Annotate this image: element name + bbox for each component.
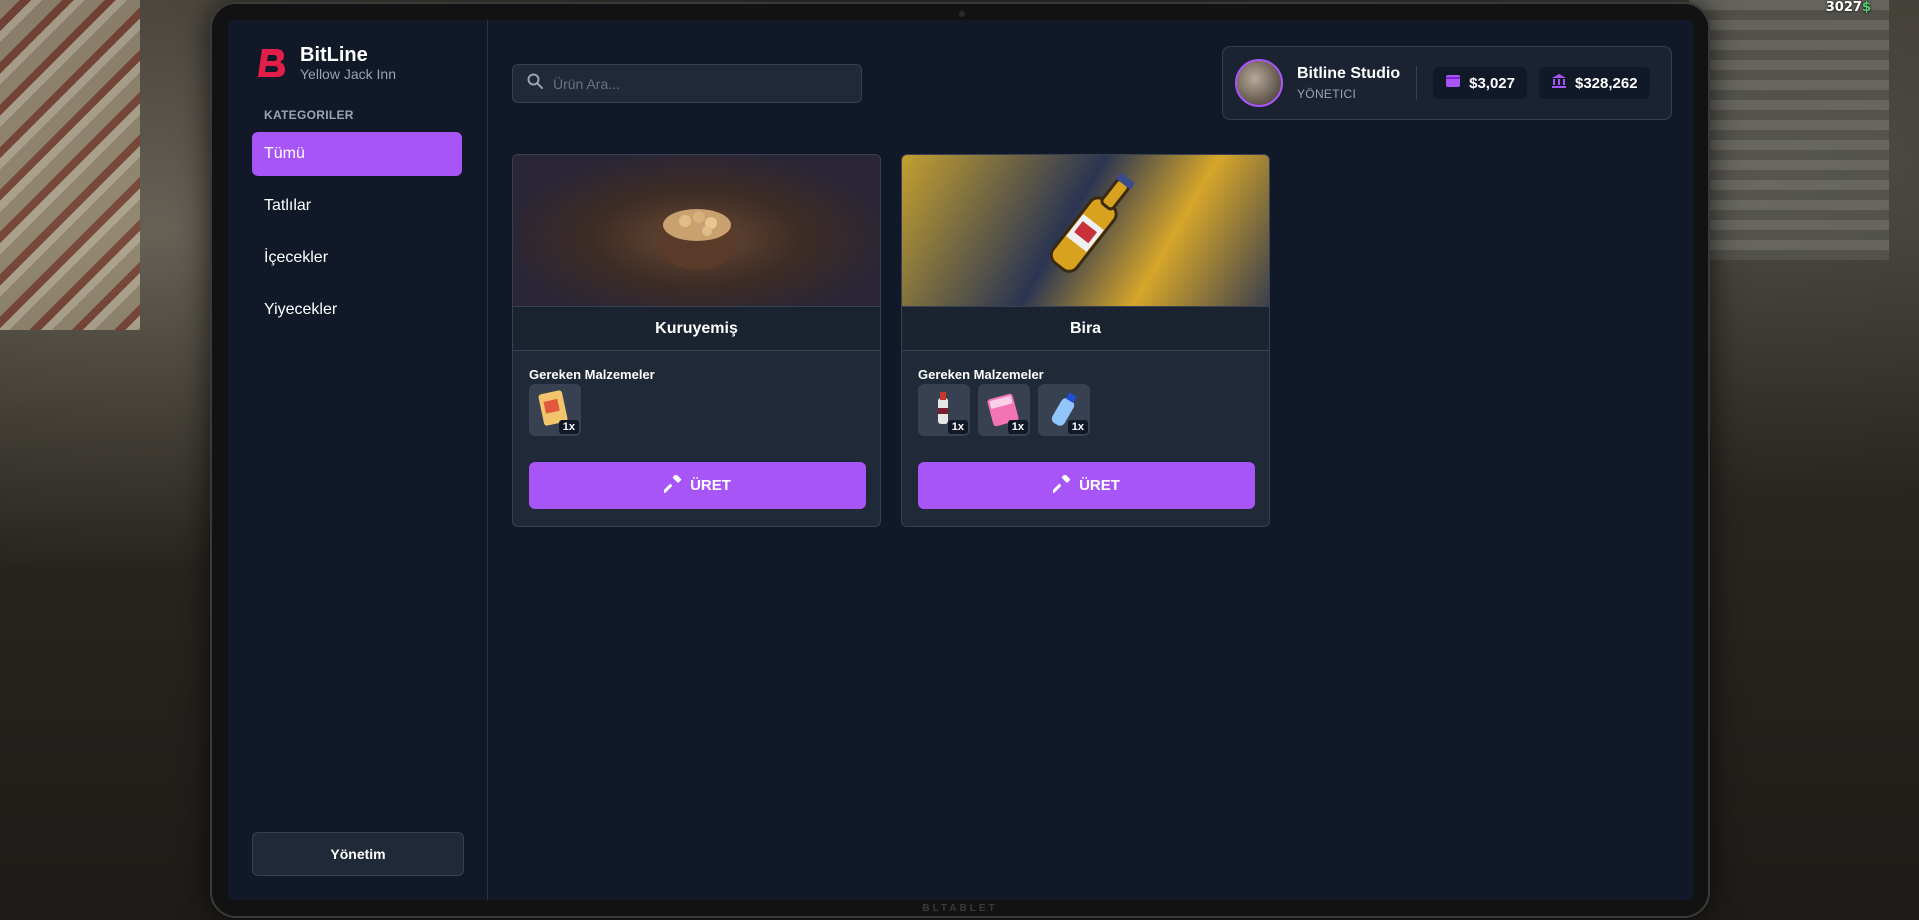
search-box[interactable] xyxy=(512,64,862,103)
sidebar: BitLine Yellow Jack Inn KATEGORILER Tümü… xyxy=(228,20,488,900)
arcade-machine xyxy=(1689,0,1889,260)
category-item-drinks[interactable]: İçecekler xyxy=(252,236,462,280)
craft-button[interactable]: ÜRET xyxy=(918,462,1255,509)
bank-icon xyxy=(1551,73,1567,93)
bank-balance: $328,262 xyxy=(1539,67,1650,99)
management-button[interactable]: Yönetim xyxy=(252,832,464,876)
product-image-beer xyxy=(902,155,1269,306)
craft-button-label: ÜRET xyxy=(690,477,731,494)
product-image-nuts xyxy=(513,155,880,306)
requirements-label: Gereken Malzemeler xyxy=(529,367,655,382)
material-qty: 1x xyxy=(558,420,579,434)
profile-name: Bitline Studio xyxy=(1297,65,1401,82)
craft-button[interactable]: ÜRET xyxy=(529,462,866,509)
product-name: Kuruyemiş xyxy=(513,306,880,351)
hammer-icon xyxy=(663,473,682,497)
hud-currency-symbol: $ xyxy=(1861,0,1871,15)
store-shelf xyxy=(0,0,140,330)
material-qty: 1x xyxy=(1007,420,1028,434)
category-item-desserts[interactable]: Tatlılar xyxy=(252,184,462,228)
materials-list: 1x xyxy=(529,384,864,436)
bitline-logo-icon xyxy=(254,45,290,81)
product-body: Gereken Malzemeler 1x xyxy=(513,351,880,525)
product-body: Gereken Malzemeler 1x xyxy=(902,351,1269,525)
product-card: Bira Gereken Malzemeler 1x 1x 1x ÜRET xyxy=(901,154,1270,527)
material-slot: 1x xyxy=(529,384,581,436)
cash-balance: $3,027 xyxy=(1433,67,1527,99)
hud-money-value: 3027 xyxy=(1825,0,1862,15)
categories-heading: KATEGORILER xyxy=(264,108,354,122)
hammer-icon xyxy=(1052,473,1071,497)
brand-subtitle: Yellow Jack Inn xyxy=(300,66,396,82)
brand-texts: BitLine Yellow Jack Inn xyxy=(300,44,396,82)
avatar xyxy=(1235,59,1283,107)
profile-divider xyxy=(1416,66,1418,100)
wallet-icon xyxy=(1445,74,1461,92)
tablet-brand-mark: BLTABLET xyxy=(922,903,998,914)
profile-texts: Bitline Studio YÖNETICI xyxy=(1297,65,1400,101)
material-slot: 1x xyxy=(1038,384,1090,436)
hud-money: 3027$ xyxy=(1826,0,1871,15)
category-item-all[interactable]: Tümü xyxy=(252,132,462,176)
brand-title: BitLine xyxy=(300,44,368,66)
material-qty: 1x xyxy=(947,420,968,434)
material-qty: 1x xyxy=(1067,420,1088,434)
profile-card: Bitline Studio YÖNETICI $3,027 $328,262 xyxy=(1222,46,1672,120)
tablet-frame: BLTABLET BitLine Yellow Jack Inn KATEGOR… xyxy=(210,2,1710,918)
cash-value: $3,027 xyxy=(1469,74,1515,92)
material-slot: 1x xyxy=(978,384,1030,436)
search-icon xyxy=(527,73,543,94)
search-input[interactable] xyxy=(553,75,833,92)
main-content: Bitline Studio YÖNETICI $3,027 xyxy=(488,20,1694,900)
material-slot: 1x xyxy=(918,384,970,436)
category-item-foods[interactable]: Yiyecekler xyxy=(252,288,462,332)
bank-value: $328,262 xyxy=(1575,74,1638,92)
product-grid: Kuruyemiş Gereken Malzemeler 1x ÜRET Bir… xyxy=(512,154,1270,527)
brand-header: BitLine Yellow Jack Inn xyxy=(254,44,463,82)
product-name: Bira xyxy=(902,306,1269,351)
craft-button-label: ÜRET xyxy=(1079,477,1120,494)
tablet-camera xyxy=(959,11,965,17)
category-list: Tümü Tatlılar İçecekler Yiyecekler xyxy=(252,132,463,332)
profile-role: YÖNETICI xyxy=(1297,87,1357,101)
materials-list: 1x 1x 1x xyxy=(918,384,1253,436)
requirements-label: Gereken Malzemeler xyxy=(918,367,1044,382)
product-card: Kuruyemiş Gereken Malzemeler 1x ÜRET xyxy=(512,154,881,527)
tablet-screen: BitLine Yellow Jack Inn KATEGORILER Tümü… xyxy=(228,20,1694,900)
